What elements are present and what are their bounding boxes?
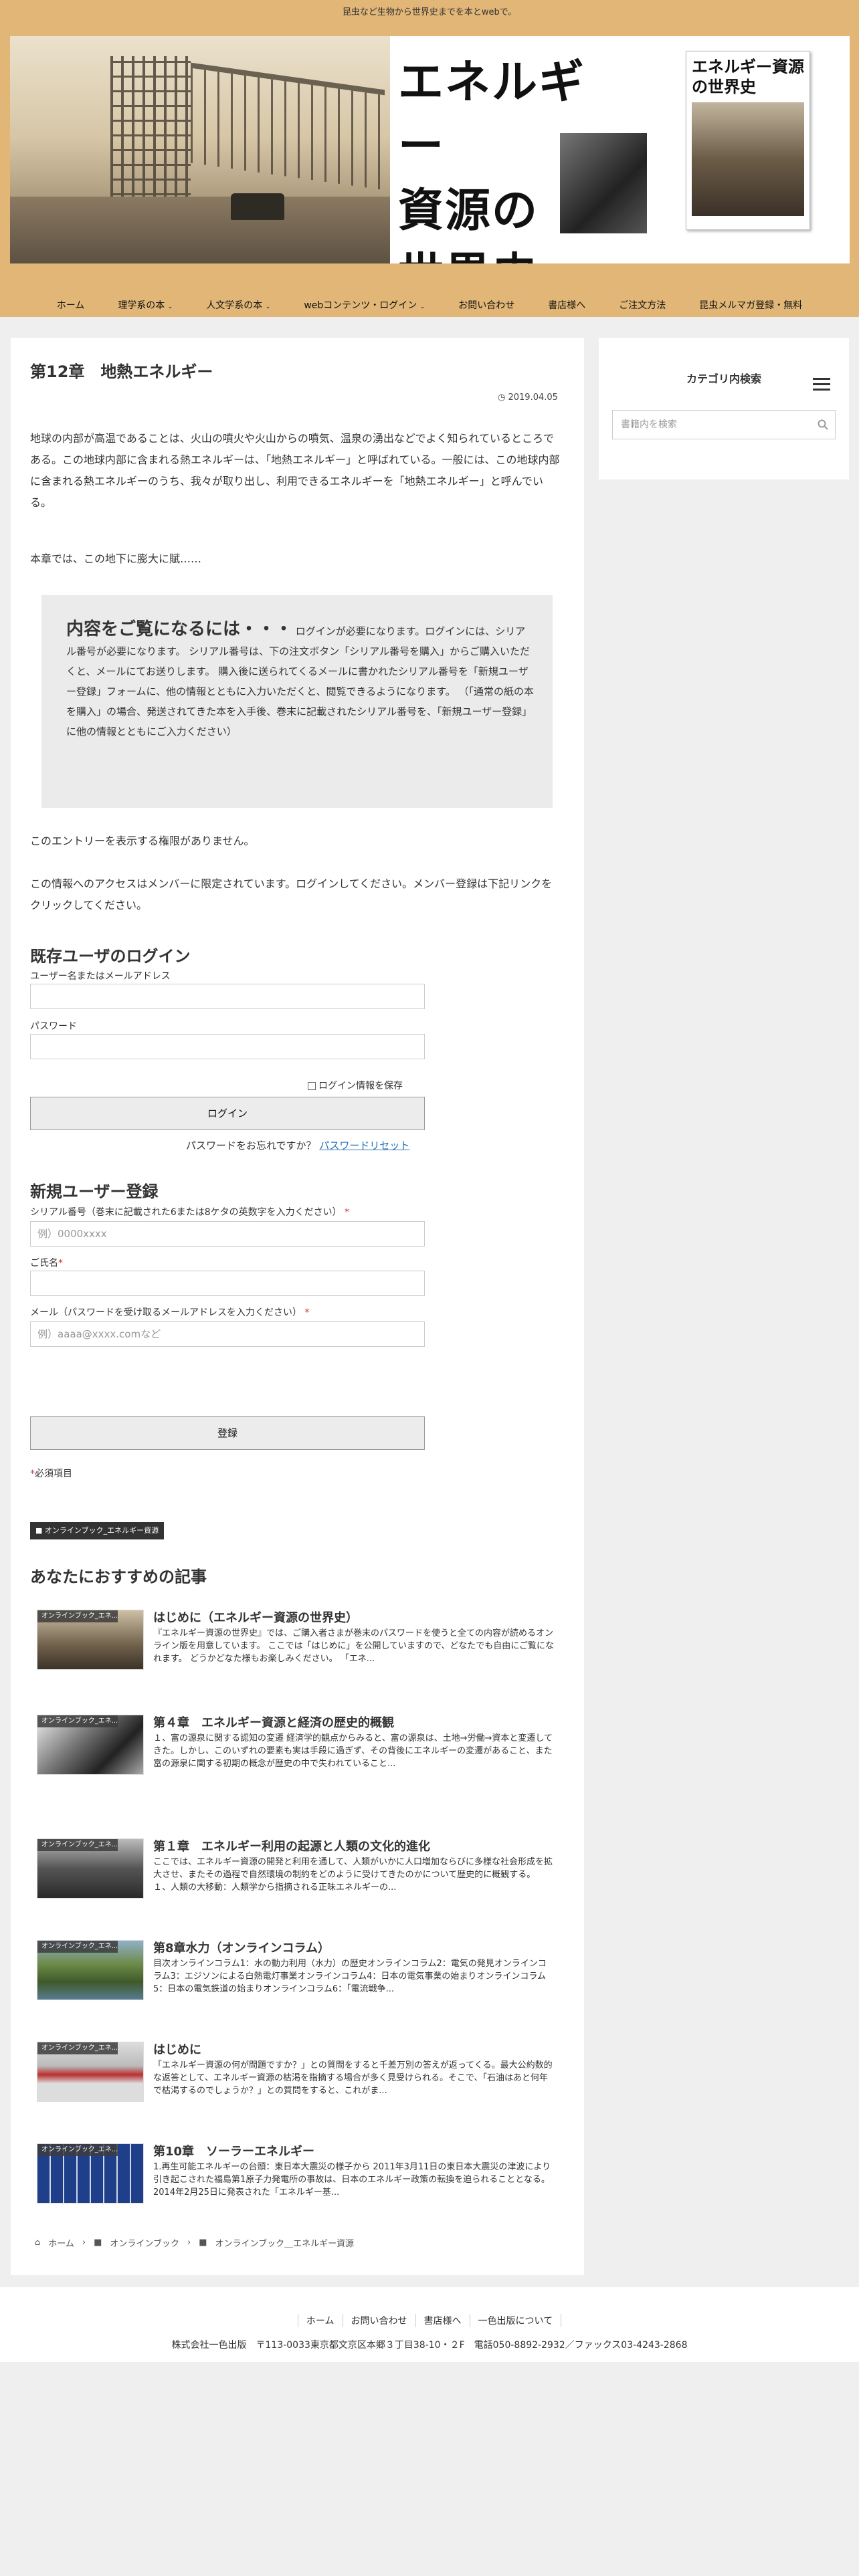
nav-contact[interactable]: お問い合わせ xyxy=(442,298,531,312)
password-reset-link[interactable]: パスワードリセット xyxy=(319,1140,409,1152)
recommended-item[interactable]: オンラインブック_エネ... 第8章水力（オンラインコラム） 目次オンラインコラ… xyxy=(19,1939,559,2012)
nav-bookstores[interactable]: 書店様へ xyxy=(531,298,602,312)
menu-icon[interactable] xyxy=(813,378,830,391)
header-banner[interactable]: エネルギー 資源の 世界史 エネルギー資源の世界史 xyxy=(10,36,850,263)
footer-nav: ホーム お問い合わせ 書店様へ 一色出版について xyxy=(0,2314,859,2327)
clock-icon: ◷ xyxy=(498,393,506,403)
recommended-title[interactable]: 第４章 エネルギー資源と経済の歴史的概観 xyxy=(153,1713,555,1731)
recommended-item[interactable]: オンラインブック_エネ... はじめに（エネルギー資源の世界史） 『エネルギー資… xyxy=(19,1608,559,1682)
recommended-excerpt: 『エネルギー資源の世界史』では、ご購入者さまが巻末のパスワードを使うと全ての内容… xyxy=(153,1628,555,1664)
footer-link-home[interactable]: ホーム xyxy=(297,2314,343,2327)
required-note: *必須項目 xyxy=(30,1469,72,1479)
breadcrumb-category[interactable]: オンラインブック＿エネルギー資源 xyxy=(215,2236,355,2249)
sidebar-search-input[interactable]: 書籍内を検索 xyxy=(612,410,836,439)
nav-home[interactable]: ホーム xyxy=(40,298,102,312)
remember-checkbox[interactable] xyxy=(308,1082,316,1090)
banner-title: エネルギー 資源の 世界史 xyxy=(398,56,586,263)
login-notice-box: 内容をご覧になるには・・・ ログインが必要になります。ログインには、シリアル番号… xyxy=(41,595,553,808)
register-button[interactable]: 登録 xyxy=(30,1416,425,1450)
banner-mine-photo xyxy=(560,133,647,233)
recommended-excerpt: 目次オンラインコラム1：水の動力利用（水力）の歴史オンラインコラム2：電気の発見… xyxy=(153,1959,547,1994)
nav-web-content-login[interactable]: webコンテンツ・ログイン ⌄ xyxy=(287,298,442,312)
recommended-thumbnail[interactable]: オンラインブック_エネ... xyxy=(37,1715,144,1775)
recommended-thumbnail[interactable]: オンラインブック_エネ... xyxy=(37,2143,144,2204)
remember-me[interactable]: ログイン情報を保存 xyxy=(308,1079,403,1092)
footer-company-info: 株式会社一色出版 〒113-0033東京都文京区本郷３丁目38-10・２F 電話… xyxy=(171,2340,688,2351)
password-field[interactable] xyxy=(30,1034,425,1059)
login-notice-lead: 内容をご覧になるには・・・ xyxy=(66,619,293,639)
site-tagline: 昆虫など生物から世界史までを本とwebで。 xyxy=(0,0,859,25)
nav-newsletter[interactable]: 昆虫メルマガ登録・無料 xyxy=(682,298,819,312)
home-icon: ⌂ xyxy=(35,2238,41,2248)
article-teaser: 本章では、この地下に膨大に賦…… xyxy=(30,552,202,565)
no-permission-text: このエントリーを表示する権限がありません。 xyxy=(30,835,255,847)
forgot-password: パスワードをお忘れですか？ パスワードリセット xyxy=(186,1140,410,1152)
sidebar: カテゴリ内検索 書籍内を検索 xyxy=(599,338,849,479)
banner-photo xyxy=(10,36,390,263)
category-tag[interactable]: ■ オンラインブック_エネルギー資源 xyxy=(30,1522,165,1539)
global-nav: ホーム 理学系の本 ⌄ 人文学系の本 ⌄ webコンテンツ・ログイン ⌄ お問い… xyxy=(0,285,859,325)
recommended-title[interactable]: 第１章 エネルギー利用の起源と人類の文化的進化 xyxy=(153,1837,555,1854)
access-note: この情報へのアクセスはメンバーに限定されています。ログインしてください。メンバー… xyxy=(30,877,553,911)
recommended-item[interactable]: オンラインブック_エネ... 第４章 エネルギー資源と経済の歴史的概観 １、富の… xyxy=(19,1713,559,1787)
email-label: メール（パスワードを受け取るメールアドレスを入力ください） * xyxy=(30,1307,310,1318)
nav-humanities-books[interactable]: 人文学系の本 ⌄ xyxy=(189,298,287,312)
chevron-down-icon: ⌄ xyxy=(265,304,271,310)
recommended-excerpt: ここでは、エネルギー資源の開発と利用を通して、人類がいかに人口増加ならびに多様な… xyxy=(153,1857,553,1893)
register-heading: 新規ユーザー登録 xyxy=(30,1182,159,1201)
recommended-thumbnail[interactable]: オンラインブック_エネ... xyxy=(37,1838,144,1899)
footer-link-bookstores[interactable]: 書店様へ xyxy=(415,2314,470,2327)
login-notice-text: ログインが必要になります。ログインには、シリアル番号が必要になります。 シリアル… xyxy=(66,625,534,738)
folder-icon: ■ xyxy=(199,2238,207,2248)
breadcrumb-home[interactable]: ホーム xyxy=(48,2236,74,2249)
breadcrumb-online-book[interactable]: オンラインブック xyxy=(110,2236,179,2249)
site-header: エネルギー 資源の 世界史 エネルギー資源の世界史 ホーム 理学系の本 ⌄ 人文… xyxy=(0,25,859,317)
nav-how-to-order[interactable]: ご注文方法 xyxy=(602,298,682,312)
breadcrumb: ⌂ ホーム › ■ オンラインブック › ■ オンラインブック＿エネルギー資源 xyxy=(35,2236,362,2249)
name-label: ご氏名* xyxy=(30,1258,63,1269)
article-intro: 地球の内部が高温であることは、火山の噴火や火山からの噴気、温泉の湧出などでよく知… xyxy=(30,432,560,509)
recommended-thumbnail[interactable]: オンラインブック_エネ... xyxy=(37,1940,144,2000)
recommended-excerpt: 1.再生可能エネルギーの台頭：東日本大震災の様子から 2011年3月11日の東日… xyxy=(153,2162,551,2197)
recommended-item[interactable]: オンラインブック_エネ... 第10章 ソーラーエネルギー 1.再生可能エネルギ… xyxy=(19,2142,559,2216)
serial-label: シリアル番号（巻末に記載された6または8ケタの英数字を入力ください） * xyxy=(30,1207,350,1218)
login-button[interactable]: ログイン xyxy=(30,1097,425,1130)
recommended-title[interactable]: 第8章水力（オンラインコラム） xyxy=(153,1939,555,1956)
article-title: 第12章 地熱エネルギー xyxy=(30,362,213,381)
book-cover-title: エネルギー資源の世界史 xyxy=(692,57,804,96)
recommended-thumbnail[interactable]: オンラインブック_エネ... xyxy=(37,2042,144,2102)
username-field[interactable] xyxy=(30,984,425,1009)
recommended-item[interactable]: オンラインブック_エネ... 第１章 エネルギー利用の起源と人類の文化的進化 こ… xyxy=(19,1837,559,1911)
chevron-down-icon: ⌄ xyxy=(167,304,173,310)
recommended-excerpt: 「エネルギー資源の何が問題ですか？」との質問をすると千差万別の答えが返ってくる。… xyxy=(153,2060,553,2096)
recommended-item[interactable]: オンラインブック_エネ... はじめに 「エネルギー資源の何が問題ですか？」との… xyxy=(19,2040,559,2114)
recommended-heading: あなたにおすすめの記事 xyxy=(30,1568,207,1586)
post-date: ◷ 2019.04.05 xyxy=(498,393,558,403)
recommended-excerpt: １、富の源泉に関する認知の変遷 経済学的観点からみると、富の源泉は、土地→労働→… xyxy=(153,1733,553,1769)
footer-link-about[interactable]: 一色出版について xyxy=(469,2314,562,2327)
search-icon[interactable] xyxy=(818,419,828,430)
chevron-right-icon: › xyxy=(82,2238,86,2248)
site-footer: ホーム お問い合わせ 書店様へ 一色出版について 株式会社一色出版 〒113-0… xyxy=(0,2287,859,2362)
book-cover: エネルギー資源の世界史 xyxy=(686,51,810,230)
serial-field[interactable]: 例）0000xxxx xyxy=(30,1221,425,1247)
email-field[interactable]: 例）aaaa@xxxx.comなど xyxy=(30,1321,425,1347)
recommended-title[interactable]: はじめに xyxy=(153,2040,555,2058)
name-field[interactable] xyxy=(30,1271,425,1296)
footer-link-contact[interactable]: お問い合わせ xyxy=(342,2314,415,2327)
password-label: パスワード xyxy=(30,1021,77,1032)
folder-icon: ■ xyxy=(94,2238,102,2248)
sidebar-title: カテゴリ内検索 xyxy=(686,372,761,385)
nav-science-books[interactable]: 理学系の本 ⌄ xyxy=(101,298,189,312)
recommended-thumbnail[interactable]: オンラインブック_エネ... xyxy=(37,1610,144,1670)
recommended-title[interactable]: 第10章 ソーラーエネルギー xyxy=(153,2142,555,2159)
username-label: ユーザー名またはメールアドレス xyxy=(30,971,171,982)
recommended-title[interactable]: はじめに（エネルギー資源の世界史） xyxy=(153,1608,555,1626)
folder-icon: ■ xyxy=(35,1526,43,1535)
login-heading: 既存ユーザのログイン xyxy=(30,947,191,966)
chevron-right-icon: › xyxy=(187,2238,191,2248)
chevron-down-icon: ⌄ xyxy=(419,304,425,310)
